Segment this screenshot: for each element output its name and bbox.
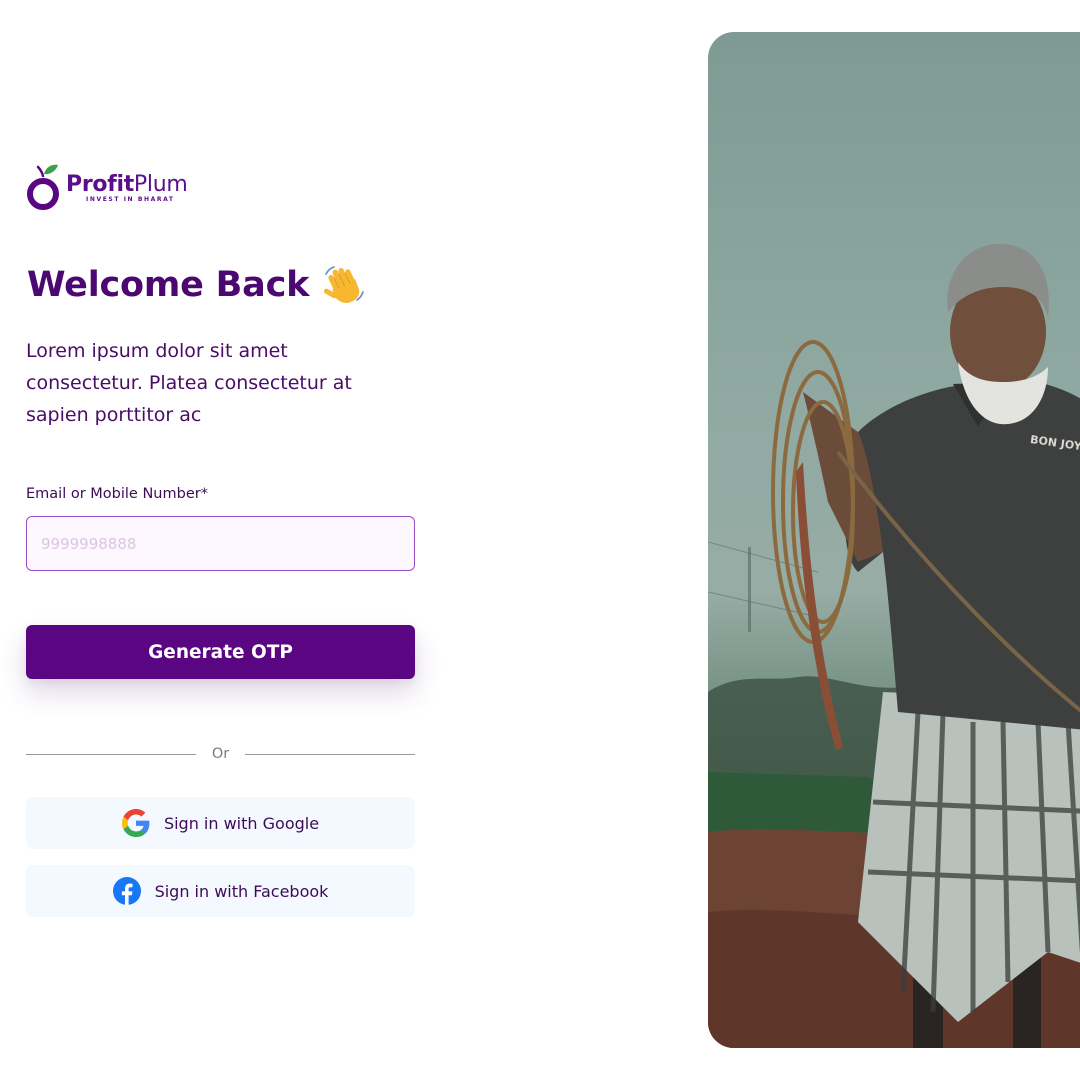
google-signin-button[interactable]: Sign in with Google	[26, 797, 415, 849]
plum-logo-icon	[27, 164, 59, 210]
divider-line-left	[26, 753, 196, 755]
brand-name-bold: Profit	[66, 172, 134, 197]
waving-hand-icon	[324, 266, 365, 303]
generate-otp-button[interactable]: Generate OTP	[26, 625, 415, 679]
facebook-icon	[112, 877, 141, 905]
email-mobile-input[interactable]	[26, 516, 415, 571]
email-mobile-label: Email or Mobile Number*	[26, 486, 208, 502]
brand-tagline: INVEST IN BHARAT	[86, 196, 175, 203]
farmer-with-rope-photo: BON JOY	[708, 32, 1080, 1048]
brand-name-light: Plum	[133, 172, 188, 197]
brand-name: ProfitPlum	[66, 172, 188, 197]
page-title: Welcome Back	[27, 265, 310, 305]
divider-line-right	[245, 753, 415, 755]
or-divider: Or	[26, 744, 415, 764]
welcome-heading: Welcome Back	[27, 264, 365, 306]
login-page: ProfitPlum INVEST IN BHARAT Welcome Back…	[0, 0, 1080, 1080]
google-signin-label: Sign in with Google	[163, 813, 320, 833]
hero-illustration: BON JOY	[708, 243, 1080, 1048]
facebook-signin-label: Sign in with Facebook	[154, 881, 329, 901]
facebook-signin-button[interactable]: Sign in with Facebook	[26, 865, 415, 917]
welcome-description: Lorem ipsum dolor sit amet consectetur. …	[26, 340, 352, 426]
brand-logo[interactable]: ProfitPlum INVEST IN BHARAT	[26, 162, 188, 214]
divider-label: Or	[211, 746, 230, 762]
google-icon	[121, 809, 150, 837]
brand-wordmark: ProfitPlum INVEST IN BHARAT	[66, 172, 188, 204]
